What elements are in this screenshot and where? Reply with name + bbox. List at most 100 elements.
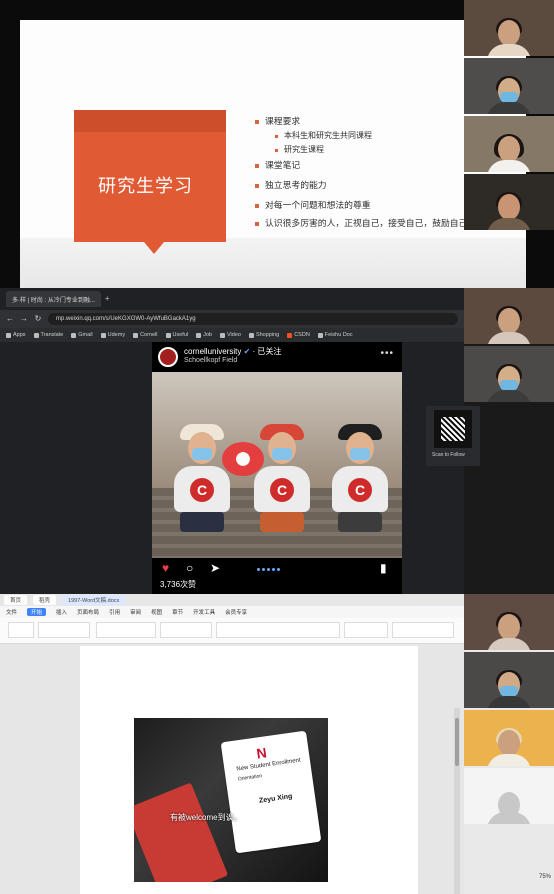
nebraska-n-logo: N	[255, 744, 268, 762]
participant-video-tile[interactable]	[464, 0, 554, 56]
mask-shape	[500, 92, 518, 102]
participant-avatar	[487, 130, 531, 172]
paste-button[interactable]	[8, 622, 34, 638]
bullet-icon	[255, 119, 259, 124]
menu-insert[interactable]: 插入	[56, 608, 67, 616]
bookmark-cornell[interactable]: Cornell	[133, 332, 158, 338]
comment-icon[interactable]: ○	[186, 562, 193, 574]
participant-video-tile[interactable]	[464, 768, 554, 824]
participant-avatar	[487, 302, 531, 344]
bookmark-apps[interactable]: Apps	[6, 332, 26, 338]
carousel-dot	[262, 568, 265, 571]
scrollbar-thumb[interactable]	[455, 718, 459, 766]
post-username[interactable]: cornelluniversity	[184, 347, 241, 356]
enrollment-card: N New Student Enrollment Orientation Zey…	[220, 730, 322, 854]
card-subtitle-line: Orientation	[237, 773, 263, 783]
menu-file[interactable]: 文件	[6, 608, 17, 616]
bookmark-shopping[interactable]: Shopping	[248, 332, 279, 338]
cornell-c-logo: C	[348, 478, 372, 502]
feishu-doc-icon	[317, 332, 323, 338]
participant-video-tile[interactable]	[464, 288, 554, 344]
qr-code-icon[interactable]	[434, 410, 472, 448]
bookmark-job[interactable]: Job	[196, 332, 212, 338]
cornell-c-logo: C	[190, 478, 214, 502]
bookmark-useful[interactable]: Useful	[165, 332, 188, 338]
participant-video-tile[interactable]	[464, 116, 554, 172]
bullet-text: 课堂笔记	[265, 161, 301, 171]
carousel-dot	[277, 568, 280, 571]
back-icon[interactable]: ←	[6, 315, 14, 323]
forward-icon[interactable]: →	[20, 315, 28, 323]
bookmark-csdn[interactable]: CSDN	[287, 332, 310, 338]
like-icon[interactable]: ♥	[162, 562, 169, 574]
participant-column-bottom	[464, 594, 554, 824]
participant-video-tile[interactable]	[464, 710, 554, 766]
share-icon[interactable]: ➤	[210, 562, 220, 574]
follow-status[interactable]: · 已关注	[253, 347, 282, 356]
wps-docer-tab[interactable]: 稻壳	[33, 595, 57, 605]
more-options-icon[interactable]: •••	[380, 348, 394, 359]
cornell-avatar[interactable]	[158, 347, 178, 367]
participant-video-tile[interactable]	[464, 594, 554, 650]
browser-tab-bar: 多·样 | 时尚 : 从冷门专业到融... +	[0, 288, 464, 310]
wps-menu-bar: 文件 开始 插入 页面布局 引用 审阅 视图 章节 开发工具 会员专享	[0, 606, 464, 618]
refresh-icon[interactable]: ↻	[34, 315, 42, 323]
bullet-icon	[255, 221, 259, 226]
zoom-label: 75%	[539, 874, 552, 880]
sub-bullet-item: 研究生课程	[275, 146, 324, 154]
head-shape	[498, 20, 520, 46]
legs-shape	[338, 512, 382, 532]
cornell-c-logo: C	[270, 478, 294, 502]
browser-toolbar: ← → ↻ mp.weixin.qq.com/s/UeKGXGW0-AyWfuB…	[0, 310, 464, 328]
menu-view[interactable]: 视图	[151, 608, 162, 616]
menu-devtools[interactable]: 开发工具	[193, 608, 215, 616]
menu-references[interactable]: 引用	[109, 608, 120, 616]
browser-page: cornelluniversity ✔ · 已关注 Schoellkopf Fi…	[0, 342, 480, 594]
vertical-scrollbar[interactable]	[454, 708, 460, 894]
browser-window: 多·样 | 时尚 : 从冷门专业到融... + ← → ↻ mp.weixin.…	[0, 288, 480, 594]
participant-video-tile[interactable]	[464, 346, 554, 402]
bullet-icon	[255, 183, 259, 188]
address-bar[interactable]: mp.weixin.qq.com/s/UeKGXGW0-AyWfuBGackA1…	[48, 313, 458, 325]
menu-layout[interactable]: 页面布局	[77, 608, 99, 616]
wps-document-tab[interactable]: 1997-Word文稿.docx	[62, 595, 126, 605]
qr-code-panel: Scan to Follow	[426, 406, 480, 466]
participant-video-tile[interactable]	[464, 58, 554, 114]
wps-ribbon	[0, 618, 464, 644]
folder-icon	[219, 332, 225, 338]
paragraph-tools[interactable]	[160, 622, 212, 638]
participant-avatar	[487, 72, 531, 114]
bookmark-feishu-doc[interactable]: Feishu Doc	[317, 332, 353, 338]
wps-home-tab[interactable]: 首页	[4, 595, 28, 605]
bookmark-gmail[interactable]: Gmail	[71, 332, 93, 338]
text-tools[interactable]	[344, 622, 388, 638]
menu-review[interactable]: 审阅	[130, 608, 141, 616]
font-selector[interactable]	[96, 622, 156, 638]
student-figure: C	[170, 420, 234, 532]
qr-label: Scan to Follow	[432, 452, 465, 458]
format-painter-button[interactable]	[38, 622, 90, 638]
bookmark-translate[interactable]: Translate	[33, 332, 63, 338]
presentation-slide: 研究生学习 课程要求 本科生和研究生共同课程 研究生课程 课堂笔记 独立思考的能…	[20, 20, 526, 288]
document-image[interactable]: N New Student Enrollment Orientation Zey…	[134, 718, 328, 882]
menu-start[interactable]: 开始	[27, 608, 47, 616]
menu-member[interactable]: 会员专享	[225, 608, 247, 616]
mask-shape	[350, 448, 370, 460]
bookmark-video[interactable]: Video	[219, 332, 241, 338]
carousel-dots	[257, 568, 280, 571]
meeting-panel-wps: 首页 稻壳 1997-Word文稿.docx 文件 开始 插入 页面布局 引用 …	[0, 594, 554, 894]
new-tab-button[interactable]: +	[105, 295, 110, 303]
browser-tab[interactable]: 多·样 | 时尚 : 从冷门专业到融...	[6, 291, 101, 307]
menu-section[interactable]: 章节	[172, 608, 183, 616]
participant-avatar	[487, 724, 531, 766]
participant-video-tile[interactable]	[464, 174, 554, 230]
participant-video-tile[interactable]	[464, 652, 554, 708]
post-location[interactable]: Schoellkopf Field	[184, 357, 237, 364]
bullet-item: 课堂笔记	[255, 162, 300, 171]
bookmark-udemy[interactable]: Udemy	[100, 332, 125, 338]
find-replace[interactable]	[392, 622, 454, 638]
body-shape	[487, 754, 531, 766]
bookmark-icon[interactable]: ▮	[380, 562, 387, 574]
style-gallery[interactable]	[216, 622, 340, 638]
document-area: N New Student Enrollment Orientation Zey…	[0, 644, 464, 894]
